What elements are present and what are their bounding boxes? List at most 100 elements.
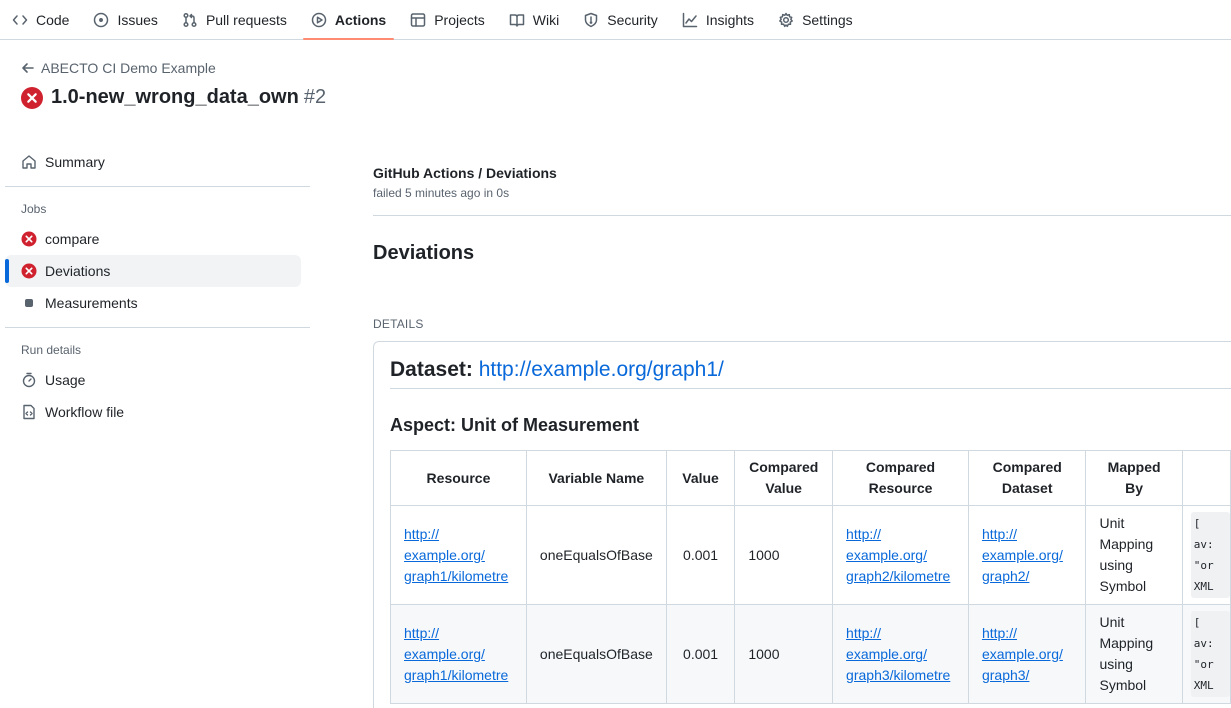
code-icon [12, 14, 28, 25]
play-icon [311, 12, 327, 27]
col-header-compared-value: Compared Value [734, 450, 834, 506]
col-header-compared-resource: Compared Resource [832, 450, 969, 506]
tab-wiki[interactable]: Wiki [501, 0, 567, 39]
sidebar-item-deviations[interactable]: Deviations [5, 255, 301, 287]
sidebar-divider [5, 327, 310, 328]
tab-security[interactable]: Security [575, 0, 666, 39]
sidebar-item-label: Deviations [45, 263, 111, 279]
graph-icon [682, 12, 698, 27]
workflow-name: ABECTO CI Demo Example [41, 60, 216, 76]
jobs-heading: Jobs [21, 202, 47, 216]
tab-actions[interactable]: Actions [302, 0, 395, 40]
col-header-extra [1181, 450, 1231, 506]
sidebar-item-workflow-file[interactable]: Workflow file [5, 396, 301, 428]
resource-link[interactable]: http://example.org/graph1/kilometre [404, 625, 508, 683]
table-row: http://example.org/graph1/kilometre oneE… [390, 505, 1231, 605]
run-sidebar: Summary Jobs compare Deviations Measurem… [5, 146, 310, 428]
sidebar-item-measurements[interactable]: Measurements [5, 287, 301, 319]
tab-code[interactable]: Code [4, 0, 77, 39]
deviations-table: Resource Variable Name Value Compared Va… [390, 450, 1231, 704]
tab-label: Pull requests [205, 11, 287, 28]
sidebar-item-label: compare [45, 231, 100, 247]
cell-compared-resource: http://example.org/graph3/kilometre [832, 604, 969, 704]
cell-mapped-by: Unit Mapping using Symbol [1085, 604, 1183, 704]
sidebar-item-compare[interactable]: compare [5, 223, 301, 255]
main-divider [373, 215, 1231, 216]
sidebar-divider [5, 186, 310, 187]
col-header-variable: Variable Name [525, 450, 667, 506]
compared-dataset-link[interactable]: http://example.org/graph2/ [982, 526, 1063, 584]
tab-pull-requests[interactable]: Pull requests [174, 0, 295, 39]
code-snippet: [av: "or XML [1190, 512, 1230, 598]
cell-compared-dataset: http://example.org/graph2/ [967, 505, 1087, 605]
sidebar-item-label: Usage [45, 372, 86, 388]
tab-label: Projects [434, 11, 485, 28]
x-circle-fill-icon [21, 86, 43, 109]
check-run-panel: GitHub Actions / Deviations failed 5 min… [373, 160, 1231, 708]
git-pull-request-icon [183, 12, 197, 27]
tab-label: Code [36, 11, 70, 28]
tab-projects[interactable]: Projects [402, 0, 493, 39]
tab-issues[interactable]: Issues [85, 0, 165, 39]
cell-compared-value: 1000 [734, 604, 834, 704]
tab-label: Insights [705, 11, 755, 28]
sidebar-item-usage[interactable]: Usage [5, 364, 301, 396]
sidebar-item-label: Workflow file [45, 404, 125, 420]
x-circle-fill-icon [21, 263, 37, 279]
tab-settings[interactable]: Settings [770, 0, 861, 39]
cell-code: [av: "or XML [1181, 604, 1231, 704]
cell-compared-resource: http://example.org/graph2/kilometre [832, 505, 969, 605]
tab-insights[interactable]: Insights [674, 0, 762, 39]
check-title: GitHub Actions / Deviations [373, 165, 557, 181]
aspect-heading: Aspect: Unit of Measurement [390, 415, 640, 435]
arrow-left-icon [22, 63, 34, 73]
tab-label: Issues [117, 11, 158, 28]
sidebar-item-summary[interactable]: Summary [5, 146, 301, 178]
details-label: DETAILS [373, 317, 424, 331]
shield-icon [584, 12, 598, 27]
compared-dataset-link[interactable]: http://example.org/graph3/ [982, 625, 1063, 683]
deviations-heading: Deviations [373, 242, 475, 264]
sidebar-item-label: Measurements [45, 295, 138, 311]
cell-code: [av: "or XML [1181, 505, 1231, 605]
x-circle-fill-icon [21, 231, 37, 247]
check-status-text: failed 5 minutes ago in 0s [373, 186, 510, 200]
col-header-compared-dataset: Compared Dataset [967, 450, 1087, 506]
cell-value: 0.001 [665, 604, 736, 704]
code-snippet: [av: "or XML [1190, 611, 1230, 697]
compared-resource-link[interactable]: http://example.org/graph3/kilometre [846, 625, 950, 683]
cell-variable: oneEqualsOfBase [525, 604, 667, 704]
tab-label: Settings [802, 11, 853, 28]
dataset-link[interactable]: http://example.org/graph1/ [479, 358, 724, 381]
run-number: #2 [303, 86, 327, 108]
run-details-heading: Run details [21, 343, 82, 357]
col-header-value: Value [665, 450, 736, 506]
table-icon [410, 12, 426, 27]
tab-label: Wiki [532, 11, 560, 28]
cell-variable: oneEqualsOfBase [525, 505, 667, 605]
repo-nav: Code Issues Pull requests Actions Projec… [0, 0, 1231, 40]
details-box: Dataset: http://example.org/graph1/ Aspe… [373, 341, 1231, 708]
book-icon [509, 13, 525, 27]
cell-compared-value: 1000 [734, 505, 834, 605]
dataset-heading: Dataset: http://example.org/graph1/ [390, 358, 1231, 389]
run-name: 1.0-new_wrong_data_own [51, 86, 299, 108]
file-code-icon [23, 404, 35, 420]
gear-icon [779, 12, 794, 27]
dataset-prefix: Dataset: [390, 358, 479, 381]
cell-resource: http://example.org/graph1/kilometre [390, 604, 527, 704]
pending-square-icon [25, 299, 33, 307]
tab-label: Security [607, 11, 658, 28]
back-to-workflow-link[interactable]: ABECTO CI Demo Example [21, 60, 216, 76]
cell-value: 0.001 [665, 505, 736, 605]
col-header-mapped-by: Mapped By [1085, 450, 1183, 506]
cell-resource: http://example.org/graph1/kilometre [390, 505, 527, 605]
cell-compared-dataset: http://example.org/graph3/ [967, 604, 1087, 704]
home-icon [22, 155, 36, 169]
tab-label: Actions [334, 11, 387, 28]
resource-link[interactable]: http://example.org/graph1/kilometre [404, 526, 508, 584]
page-title: 1.0-new_wrong_data_own #2 [21, 86, 326, 109]
compared-resource-link[interactable]: http://example.org/graph2/kilometre [846, 526, 950, 584]
table-header-row: Resource Variable Name Value Compared Va… [390, 450, 1231, 506]
issue-opened-icon [94, 12, 109, 27]
